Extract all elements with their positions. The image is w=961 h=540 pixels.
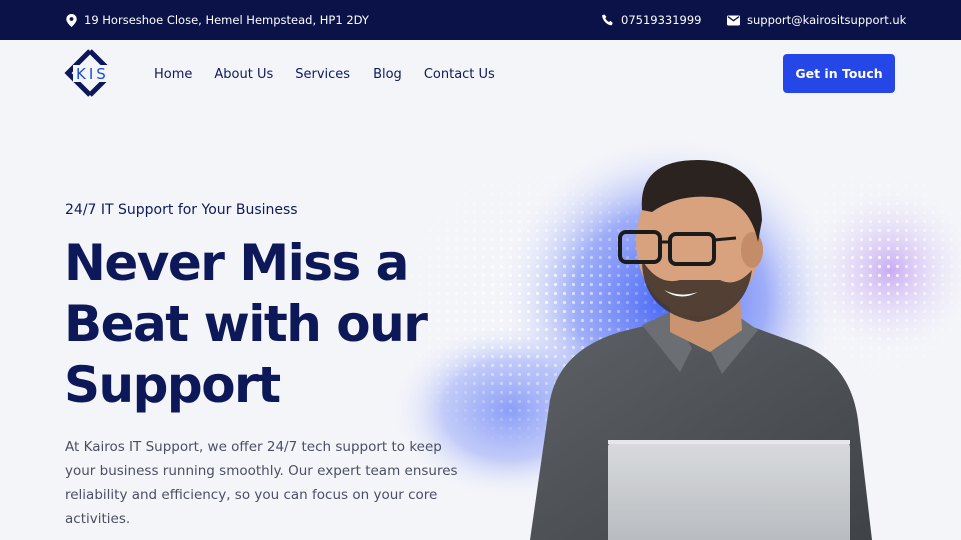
nav-home[interactable]: Home [154,67,192,82]
address-text: 19 Horseshoe Close, Hemel Hempstead, HP1… [84,13,369,27]
email-item[interactable]: support@kairositsupport.uk [727,0,906,40]
logo-text: KIS [76,65,109,83]
kis-logo[interactable]: KIS [64,49,120,99]
nav-about-us[interactable]: About Us [214,67,273,82]
address-item: 19 Horseshoe Close, Hemel Hempstead, HP1… [66,0,369,40]
top-contact-bar: 19 Horseshoe Close, Hemel Hempstead, HP1… [0,0,961,40]
hero-headline: Never Miss a Beat with our Support [64,233,464,416]
nav-contact-us[interactable]: Contact Us [424,67,495,82]
headline-line-2: Beat with our [64,295,428,353]
email-address[interactable]: support@kairositsupport.uk [747,13,906,27]
hero-description: At Kairos IT Support, we offer 24/7 tech… [65,439,458,527]
nav-services[interactable]: Services [295,67,350,82]
nav-blog[interactable]: Blog [373,67,402,82]
main-nav: Home About Us Services Blog Contact Us [154,40,495,108]
phone-number[interactable]: 07519331999 [621,13,701,27]
headline-line-1: Never Miss a [64,234,409,292]
mail-icon [727,15,740,26]
phone-icon [602,14,614,26]
phone-item[interactable]: 07519331999 [602,0,701,40]
location-pin-icon [66,13,77,27]
hero-eyebrow: 24/7 IT Support for Your Business [65,202,298,218]
site-header: KIS Home About Us Services Blog Contact … [0,40,961,108]
headline-line-3: Support [64,356,281,414]
get-in-touch-button[interactable]: Get in Touch [783,54,895,93]
